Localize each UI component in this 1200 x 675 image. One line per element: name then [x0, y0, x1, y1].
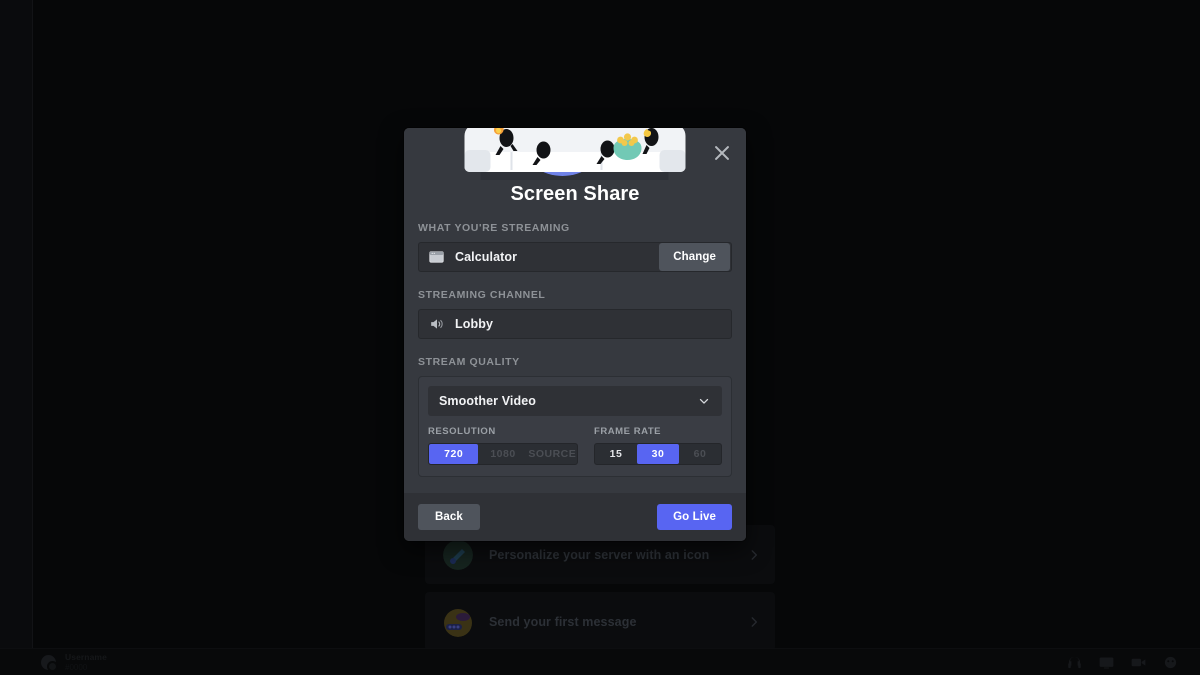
server-icon-upload-icon — [443, 540, 473, 570]
chevron-down-icon — [697, 394, 711, 408]
streaming-channel-field[interactable]: Lobby — [418, 309, 732, 339]
frame-rate-segmented-control: 15 30 60 — [594, 443, 722, 465]
resolution-group: RESOLUTION 720 1080 SOURCE — [428, 426, 578, 465]
frame-rate-group: FRAME RATE 15 30 60 — [594, 426, 722, 465]
list-item-label: Personalize your server with an icon — [489, 548, 747, 562]
user-name: Username — [65, 652, 107, 662]
modal-hero — [404, 128, 746, 180]
resolution-segmented-control: 720 1080 SOURCE — [428, 443, 578, 465]
quality-preset-select[interactable]: Smoother Video — [428, 386, 722, 416]
streaming-source-label: WHAT YOU'RE STREAMING — [418, 222, 732, 234]
frame-rate-option-30[interactable]: 30 — [637, 444, 679, 464]
frame-rate-label: FRAME RATE — [594, 426, 722, 437]
avatar[interactable] — [41, 655, 56, 670]
go-live-button[interactable]: Go Live — [657, 504, 732, 530]
screen-share-icon[interactable] — [1099, 656, 1114, 669]
stream-quality-label: STREAM QUALITY — [418, 356, 732, 368]
modal-footer: Back Go Live — [404, 493, 746, 541]
streaming-channel-name: Lobby — [455, 317, 493, 331]
chevron-right-icon — [747, 615, 761, 629]
headset-icon[interactable] — [1067, 656, 1082, 669]
chat-bubble-icon — [443, 607, 473, 637]
video-camera-icon[interactable] — [1131, 656, 1146, 669]
screen-share-modal: Screen Share WHAT YOU'RE STREAMING Calcu… — [404, 128, 746, 541]
close-icon[interactable] — [709, 140, 735, 166]
quality-options: RESOLUTION 720 1080 SOURCE FRAME RATE 15… — [428, 426, 722, 465]
frame-rate-option-15[interactable]: 15 — [595, 444, 637, 464]
change-button[interactable]: Change — [659, 243, 730, 271]
resolution-option-source: SOURCE — [528, 444, 577, 464]
list-item-label: Send your first message — [489, 615, 747, 629]
discord-app-window: elp Personalize your server with an icon — [0, 0, 1200, 675]
resolution-label: RESOLUTION — [428, 426, 578, 437]
window-icon — [429, 250, 444, 264]
onboarding-checklist: Personalize your server with an icon — [425, 525, 775, 652]
resolution-option-1080: 1080 — [478, 444, 527, 464]
wumpus-couch-watching-stream-illustration — [451, 128, 700, 180]
chevron-right-icon — [747, 548, 761, 562]
user-info: Username #0000 — [65, 652, 107, 672]
frame-rate-option-60: 60 — [679, 444, 721, 464]
server-rail — [0, 0, 33, 675]
quality-preset-value: Smoother Video — [439, 394, 697, 408]
user-tag: #0000 — [65, 663, 107, 672]
page-title: Screen Share — [404, 180, 746, 206]
user-status-bar: Username #0000 — [0, 648, 1200, 675]
resolution-option-720[interactable]: 720 — [429, 444, 478, 464]
modal-body: WHAT YOU'RE STREAMING Calculator Change … — [404, 206, 746, 477]
speaker-icon — [429, 317, 445, 331]
settings-icon[interactable] — [1163, 656, 1178, 669]
back-button[interactable]: Back — [418, 504, 480, 530]
stream-quality-panel: Smoother Video RESOLUTION 720 1080 SOURC… — [418, 376, 732, 477]
streaming-source-field[interactable]: Calculator Change — [418, 242, 732, 272]
streaming-source-name: Calculator — [455, 250, 659, 264]
list-item[interactable]: Send your first message — [425, 592, 775, 651]
streaming-channel-label: STREAMING CHANNEL — [418, 289, 732, 301]
status-bar-icons — [1067, 656, 1178, 669]
